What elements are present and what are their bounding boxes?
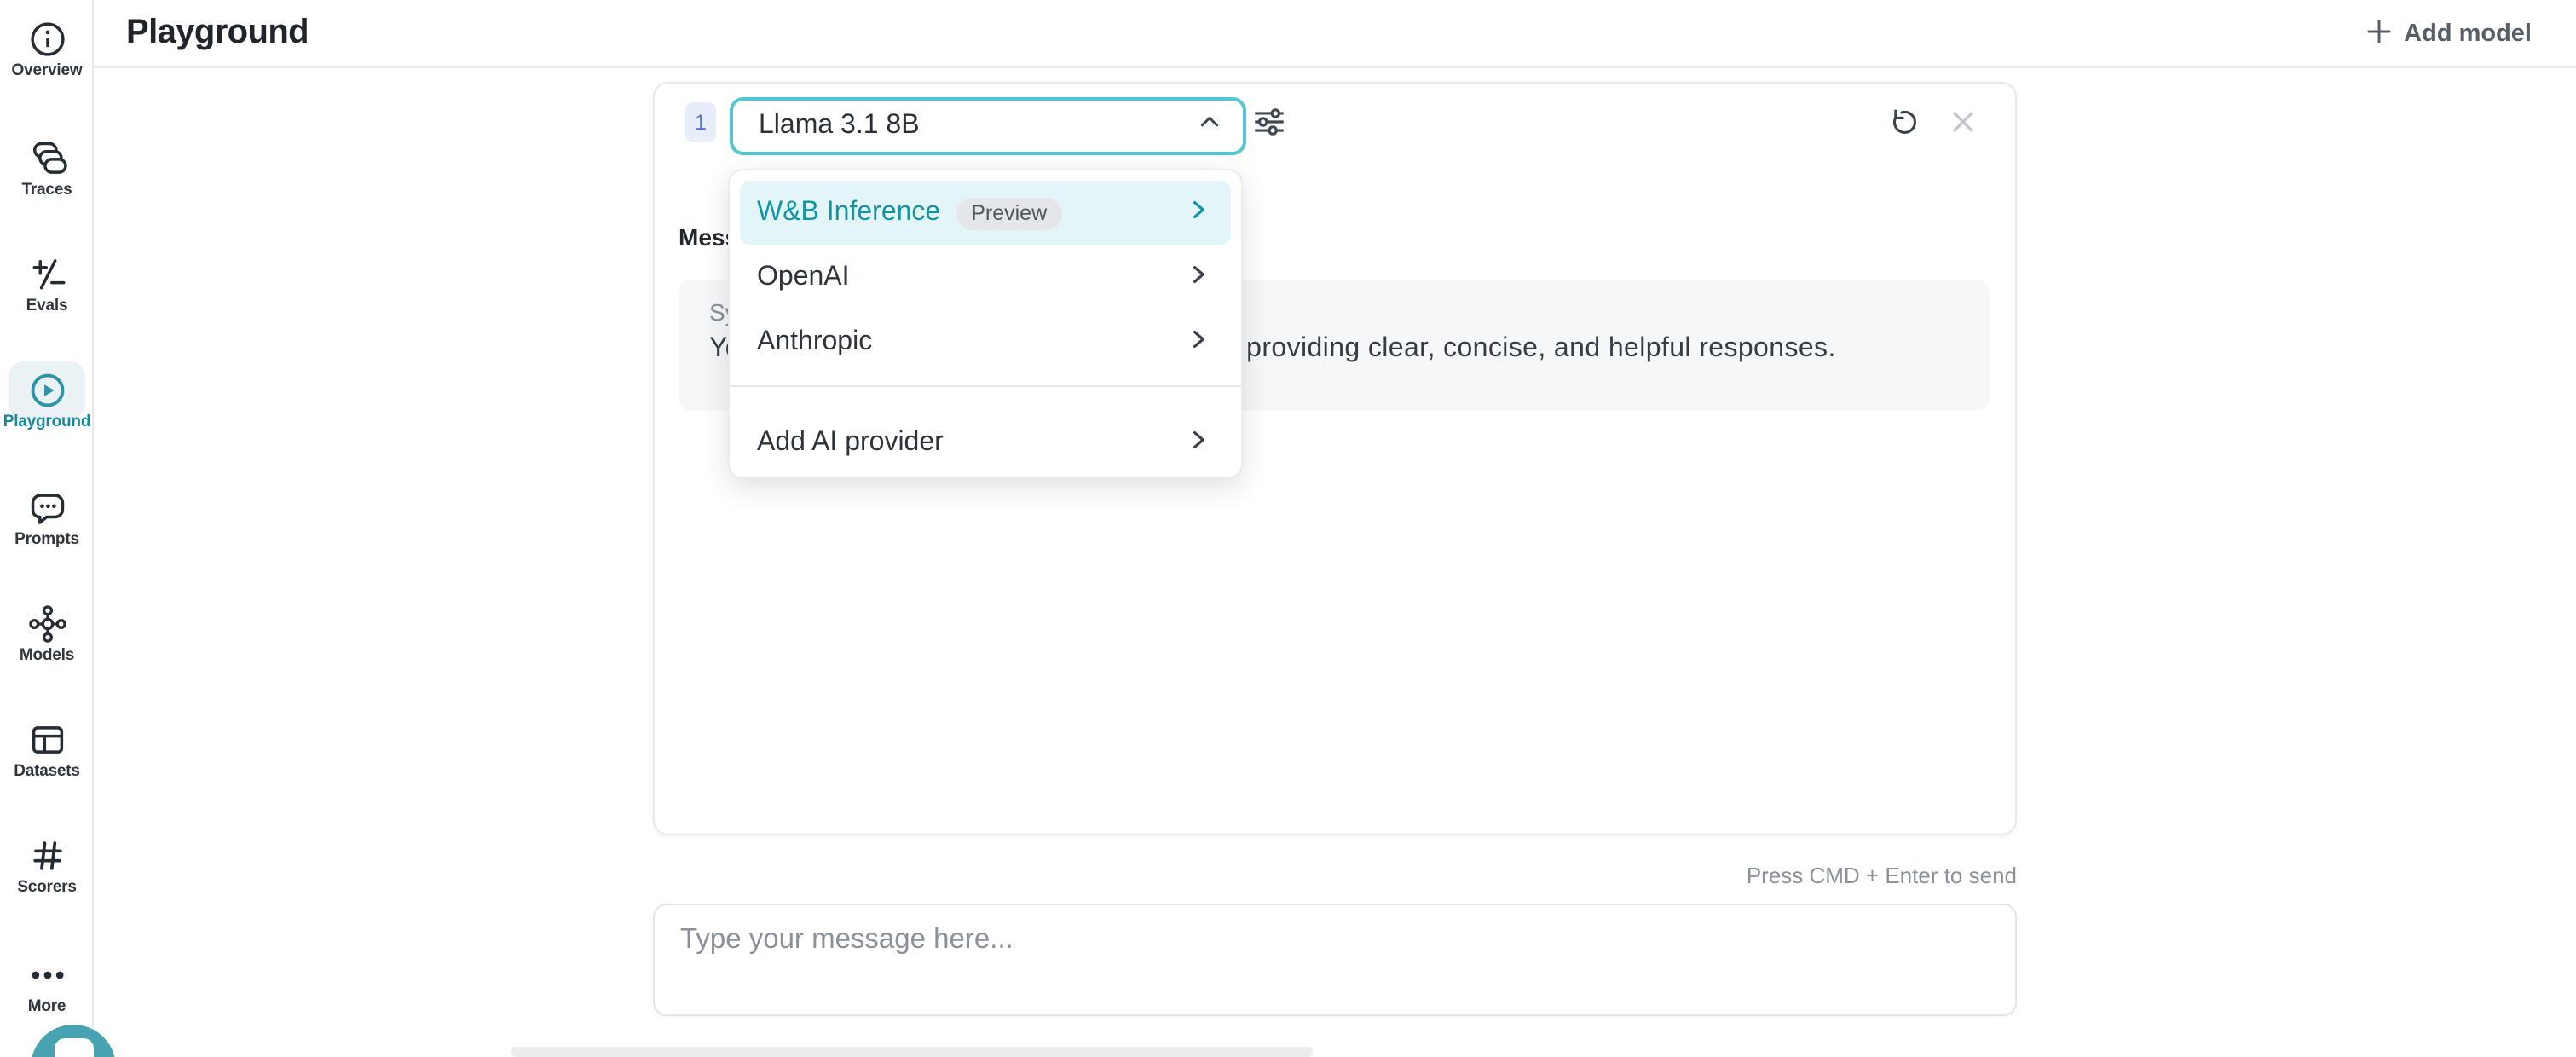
- plus-icon: [2366, 18, 2392, 50]
- sidebar-item-models[interactable]: Models: [0, 604, 94, 665]
- sidebar-label: More: [0, 997, 94, 1016]
- chevron-right-icon: [1187, 326, 1210, 359]
- add-model-button[interactable]: Add model: [2366, 15, 2532, 53]
- add-model-label: Add model: [2404, 20, 2532, 48]
- stacked-cards-icon: [26, 138, 67, 179]
- menu-item-openai[interactable]: OpenAI: [740, 245, 1231, 310]
- selected-model-value: Llama 3.1 8B: [759, 111, 1197, 142]
- sidebar-item-overview[interactable]: Overview: [0, 19, 94, 80]
- horizontal-scrollbar-thumb[interactable]: [511, 1047, 1313, 1057]
- page-title: Playground: [126, 14, 309, 53]
- chevron-right-icon: [1187, 262, 1210, 294]
- sidebar-label: Traces: [0, 181, 94, 199]
- sidebar-label: Prompts: [0, 530, 94, 549]
- provider-dropdown-menu: W&B Inference Preview OpenAI Anthropic A…: [728, 169, 1243, 479]
- preview-badge: Preview: [956, 197, 1062, 229]
- sidebar-label: Datasets: [0, 762, 94, 781]
- menu-item-add-ai-provider[interactable]: Add AI provider: [740, 411, 1231, 476]
- playground-page: Overview Traces Evals Playground Prompts: [0, 0, 2576, 1057]
- sidebar-label: Scorers: [0, 878, 94, 897]
- sidebar-item-datasets[interactable]: Datasets: [0, 719, 94, 781]
- hash-icon: [26, 835, 67, 876]
- sidebar-item-playground[interactable]: Playground: [0, 370, 94, 431]
- menu-item-label: Add AI provider: [757, 428, 944, 459]
- ellipsis-icon: [26, 955, 67, 996]
- smile-icon: [54, 1038, 93, 1057]
- menu-item-label: W&B Inference: [757, 198, 940, 228]
- play-circle-icon: [26, 370, 67, 411]
- menu-item-label: Anthropic: [757, 327, 872, 358]
- sidebar-label: Playground: [0, 413, 94, 431]
- sidebar-label: Models: [0, 646, 94, 665]
- sidebar-item-scorers[interactable]: Scorers: [0, 835, 94, 897]
- message-composer: [653, 904, 2017, 1016]
- close-model-button[interactable]: [1940, 104, 1984, 148]
- top-header: Playground Add model: [94, 0, 2576, 68]
- node-graph-icon: [26, 604, 67, 644]
- plus-minus-icon: [26, 254, 67, 295]
- sliders-icon: [1249, 102, 1288, 150]
- sidebar-label: Overview: [0, 61, 94, 80]
- sidebar-item-prompts[interactable]: Prompts: [0, 488, 94, 549]
- message-input[interactable]: [655, 905, 2015, 1014]
- sidebar: Overview Traces Evals Playground Prompts: [0, 0, 94, 1057]
- sidebar-item-traces[interactable]: Traces: [0, 138, 94, 199]
- sidebar-item-evals[interactable]: Evals: [0, 254, 94, 315]
- menu-divider: [730, 385, 1241, 387]
- model-settings-button[interactable]: [1246, 104, 1291, 148]
- model-index-badge: 1: [685, 102, 716, 142]
- chevron-right-icon: [1187, 197, 1210, 229]
- chevron-right-icon: [1187, 427, 1210, 459]
- sidebar-item-more[interactable]: More: [0, 955, 94, 1016]
- reset-chat-button[interactable]: [1879, 104, 1923, 148]
- chevron-up-icon: [1197, 109, 1222, 143]
- send-shortcut-hint: Press CMD + Enter to send: [653, 863, 2017, 888]
- model-selector[interactable]: Llama 3.1 8B: [730, 97, 1246, 155]
- menu-item-wb-inference[interactable]: W&B Inference Preview: [740, 181, 1231, 245]
- reset-icon: [1885, 106, 1917, 147]
- close-icon: [1948, 107, 1977, 145]
- sidebar-label: Evals: [0, 297, 94, 315]
- info-circle-icon: [26, 19, 67, 60]
- menu-item-label: OpenAI: [757, 263, 850, 293]
- table-icon: [26, 719, 67, 760]
- chat-bubble-dots-icon: [26, 488, 67, 528]
- menu-item-anthropic[interactable]: Anthropic: [740, 310, 1231, 375]
